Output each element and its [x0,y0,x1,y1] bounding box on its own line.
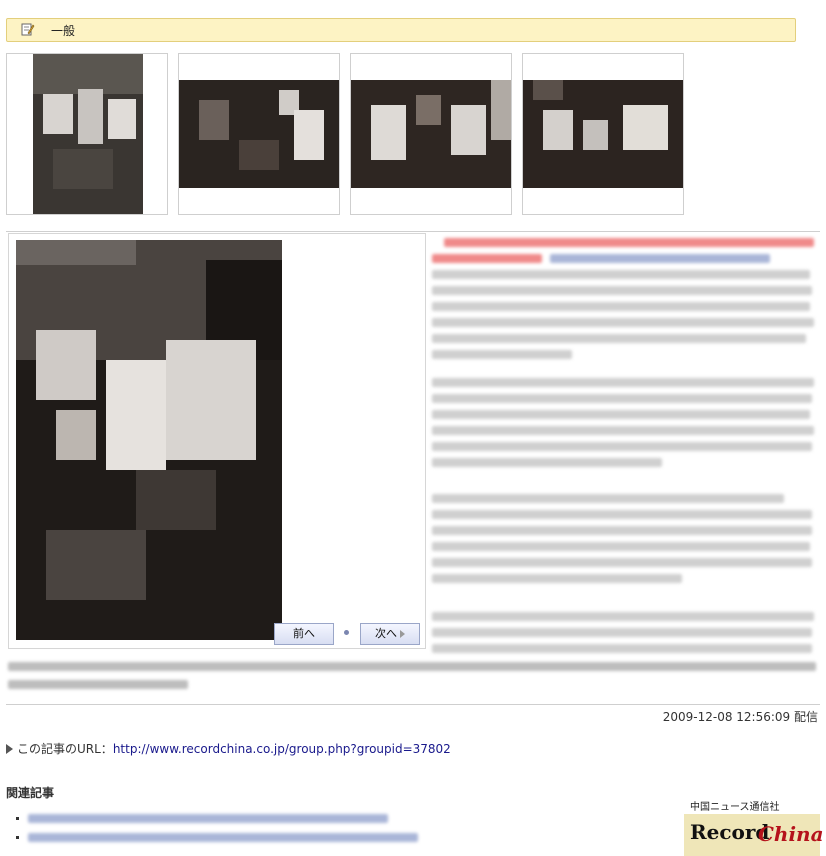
thumbnail-photo [33,54,143,214]
publish-date: 2009-12-08 12:56:09 配信 [662,710,818,724]
article-url-line: この記事のURL：http://www.recordchina.co.jp/gr… [6,740,451,757]
list-bullet [16,817,19,820]
thumbnail-photo [351,80,511,188]
logo-tagline: 中国ニュース通信社 [690,802,780,813]
next-button[interactable]: 次へ [360,623,420,645]
thumbnail-1[interactable] [6,53,168,215]
thumbnail-photo [523,80,683,188]
article-url-link[interactable]: http://www.recordchina.co.jp/group.php?g… [113,742,451,756]
next-label: 次へ [375,627,397,640]
thumbnail-2[interactable] [178,53,340,215]
list-bullet [16,836,19,839]
category-label: 一般 [51,24,76,38]
separator-dot [344,630,349,635]
chevron-right-icon [400,630,405,638]
related-link-1[interactable] [28,814,388,823]
main-photo [16,240,282,640]
arrow-right-icon [6,744,13,754]
thumbnail-3[interactable] [350,53,512,215]
previous-button[interactable]: 前へ [274,623,334,645]
thumbnail-4[interactable] [522,53,684,215]
divider [6,704,820,705]
url-prefix: この記事のURL： [17,742,113,756]
thumbnail-photo [179,80,339,188]
related-link-2[interactable] [28,833,418,842]
previous-label: 前へ [293,627,315,640]
logo-word-china: China [758,822,824,846]
edit-note-icon [21,23,35,36]
category-bar: 一般 [6,18,796,42]
record-china-logo[interactable]: 中国ニュース通信社 Record China [682,798,824,856]
related-heading: 関連記事 [6,786,55,800]
